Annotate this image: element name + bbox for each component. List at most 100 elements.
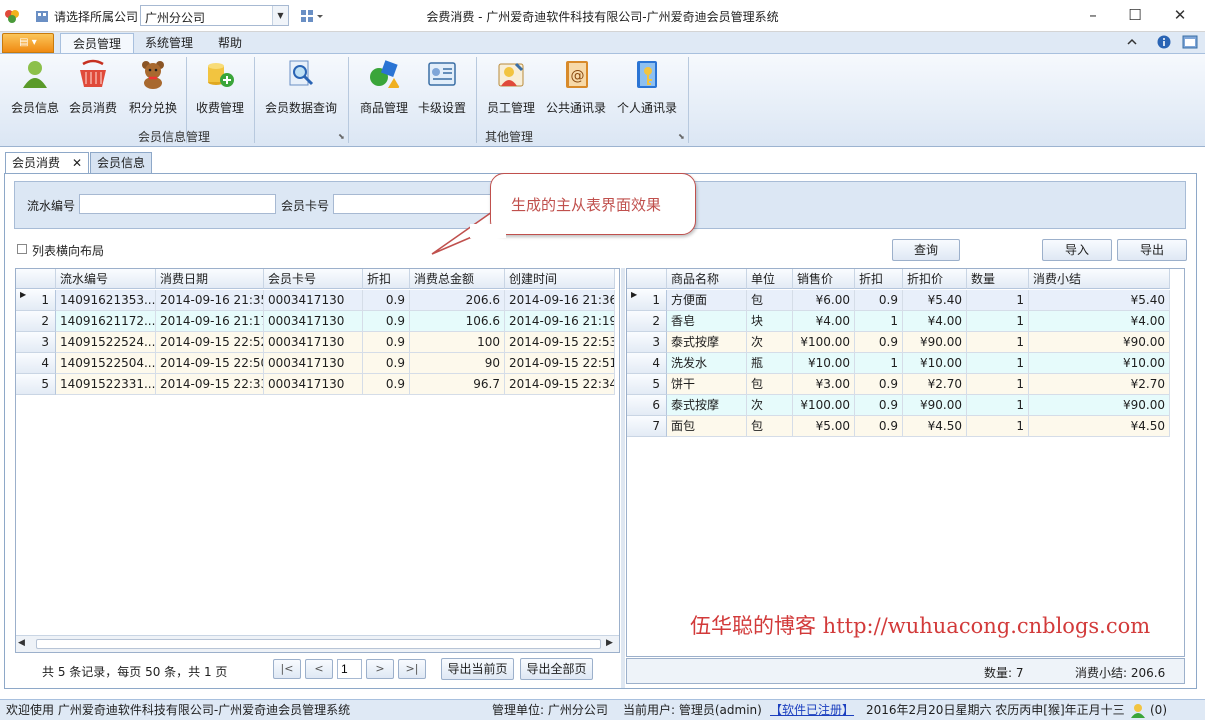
public-contacts-button[interactable]: @ 公共通讯录 (542, 58, 610, 118)
row-indicator[interactable]: 3 (627, 332, 667, 353)
pager-info: 共 5 条记录，每页 50 条，共 1 页 (42, 665, 228, 679)
fee-management-button[interactable]: 收费管理 (192, 58, 248, 118)
dialog-launcher-icon[interactable]: ⬊ (338, 132, 345, 141)
group-label-other: 其他管理 (484, 130, 533, 144)
close-tab-icon[interactable]: ✕ (72, 153, 82, 173)
table-cell: ¥5.40 (1029, 290, 1170, 311)
export-all-pages-button[interactable]: 导出全部页 (520, 658, 593, 680)
table-row[interactable]: 4 14091522504... 2014-09-15 22:50 000341713… (16, 353, 615, 374)
tab-help[interactable]: 帮助 (206, 33, 254, 54)
export-current-page-button[interactable]: 导出当前页 (441, 658, 514, 680)
table-row[interactable]: 7 面包包 ¥5.00 0.9 ¥4.50 1 ¥4.50 (627, 416, 1170, 437)
serial-number-input[interactable] (79, 194, 276, 214)
table-row[interactable]: 1 ▶ 14091621353... 2014-09-16 21:35 00034171… (16, 290, 615, 311)
row-indicator[interactable]: 5 (16, 374, 56, 395)
card-level-settings-button[interactable]: 卡级设置 (414, 58, 470, 118)
doc-tab-member-info[interactable]: 会员信息 (90, 152, 152, 174)
help-window-icon[interactable] (1182, 35, 1198, 49)
collapse-ribbon-icon[interactable] (1126, 37, 1138, 47)
table-row[interactable]: 3 14091522524... 2014-09-15 22:52 000341713… (16, 332, 615, 353)
splitter[interactable] (621, 268, 625, 688)
table-cell: 1 (967, 290, 1029, 311)
prev-page-button[interactable]: < (305, 659, 333, 679)
dialog-launcher-icon[interactable]: ⬊ (678, 132, 685, 141)
master-grid[interactable]: 流水编号 消费日期 会员卡号 折扣 消费总金额 创建时间 1 ▶ 14091621353... 2… (15, 268, 620, 653)
next-page-button[interactable]: > (366, 659, 394, 679)
column-header[interactable]: 消费日期 (156, 269, 264, 289)
table-row[interactable]: 2 香皂块 ¥4.00 1 ¥4.00 1 ¥4.00 (627, 311, 1170, 332)
scrollbar-thumb[interactable] (36, 639, 601, 649)
unit-text: 管理单位: 广州分公司 (492, 703, 608, 717)
table-cell: 1 (967, 374, 1029, 395)
tab-member-management[interactable]: 会员管理 (60, 33, 135, 54)
info-icon[interactable] (1157, 35, 1171, 49)
table-cell: 0.9 (855, 290, 903, 311)
column-header[interactable]: 折扣 (855, 269, 903, 289)
row-indicator[interactable]: 5 (627, 374, 667, 395)
maximize-button[interactable]: ☐ (1113, 2, 1157, 30)
member-data-query-button[interactable]: 会员数据查询 (260, 58, 342, 118)
table-row[interactable]: 4 洗发水瓶 ¥10.00 1 ¥10.00 1 ¥10.00 (627, 353, 1170, 374)
table-cell: 14091522524... (56, 332, 156, 353)
horizontal-layout-checkbox[interactable] (17, 244, 27, 254)
row-indicator[interactable]: 7 (627, 416, 667, 437)
last-page-button[interactable]: >| (398, 659, 426, 679)
current-row-arrow-icon: ▶ (20, 290, 27, 299)
query-button[interactable]: 查询 (892, 239, 960, 261)
column-header[interactable]: 创建时间 (505, 269, 615, 289)
app-menu-button[interactable]: ▤ ▾ (2, 33, 54, 53)
employee-management-button[interactable]: 员工管理 (482, 58, 540, 118)
doc-tab-member-consume[interactable]: 会员消费 ✕ (5, 152, 89, 174)
table-row[interactable]: 6 泰式按摩次 ¥100.00 0.9 ¥90.00 1 ¥90.00 (627, 395, 1170, 416)
column-header[interactable]: 销售价 (793, 269, 855, 289)
column-header[interactable]: 折扣 (363, 269, 410, 289)
table-cell: 106.6 (410, 311, 505, 332)
grid-corner-header (16, 269, 56, 289)
table-cell: 0.9 (363, 374, 410, 395)
table-row[interactable]: 5 14091522331... 2014-09-15 22:33 000341713… (16, 374, 615, 395)
detail-grid[interactable]: 商品名称 单位 销售价 折扣 折扣价 数量 消费小结 1 ▶ 方便面包 ¥6.00 0.9 ¥5.40 1… (626, 268, 1185, 657)
table-cell: ¥4.50 (1029, 416, 1170, 437)
first-page-button[interactable]: |< (273, 659, 301, 679)
column-header[interactable]: 消费小结 (1029, 269, 1170, 289)
minimize-button[interactable]: – (1071, 2, 1115, 30)
column-header[interactable]: 会员卡号 (264, 269, 363, 289)
member-consume-button[interactable]: 会员消费 (66, 58, 120, 118)
product-management-button[interactable]: 商品管理 (356, 58, 412, 118)
table-row[interactable]: 1 ▶ 方便面包 ¥6.00 0.9 ¥5.40 1 ¥5.40 (627, 290, 1170, 311)
scroll-right-icon[interactable]: ▶ (606, 638, 613, 648)
table-cell: 2014-09-16 21:36 (505, 290, 615, 311)
shapes-icon (370, 60, 400, 88)
close-button[interactable]: ✕ (1158, 2, 1202, 30)
row-indicator[interactable]: 6 (627, 395, 667, 416)
table-cell: ¥90.00 (903, 332, 967, 353)
table-row[interactable]: 2 14091621172... 2014-09-16 21:17 000341713… (16, 311, 615, 332)
tab-system-management[interactable]: 系统管理 (133, 33, 205, 54)
table-row[interactable]: 5 饼干包 ¥3.00 0.9 ¥2.70 1 ¥2.70 (627, 374, 1170, 395)
column-header[interactable]: 商品名称 (667, 269, 747, 289)
export-button[interactable]: 导出 (1117, 239, 1187, 261)
column-header[interactable]: 流水编号 (56, 269, 156, 289)
column-header[interactable]: 消费总金额 (410, 269, 505, 289)
column-header[interactable]: 单位 (747, 269, 793, 289)
table-row[interactable]: 3 泰式按摩次 ¥100.00 0.9 ¥90.00 1 ¥90.00 (627, 332, 1170, 353)
registered-link[interactable]: 【软件已注册】 (770, 700, 854, 720)
table-cell: 2014-09-15 22:34 (505, 374, 615, 395)
user-status-icon[interactable] (1130, 703, 1146, 718)
page-number-input[interactable] (337, 659, 362, 679)
points-exchange-button[interactable]: 积分兑换 (124, 58, 182, 118)
table-cell: ¥4.50 (903, 416, 967, 437)
row-indicator[interactable]: 2 (627, 311, 667, 332)
scroll-left-icon[interactable]: ◀ (18, 638, 25, 648)
member-info-button[interactable]: 会员信息 (8, 58, 62, 118)
column-header[interactable]: 数量 (967, 269, 1029, 289)
row-indicator[interactable]: 2 (16, 311, 56, 332)
row-indicator[interactable]: 4 (16, 353, 56, 374)
import-button[interactable]: 导入 (1042, 239, 1112, 261)
horizontal-scrollbar[interactable]: ◀ ▶ (16, 635, 619, 652)
row-indicator[interactable]: 4 (627, 353, 667, 374)
table-cell: ¥4.00 (1029, 311, 1170, 332)
column-header[interactable]: 折扣价 (903, 269, 967, 289)
row-indicator[interactable]: 3 (16, 332, 56, 353)
personal-contacts-button[interactable]: 个人通讯录 (612, 58, 682, 118)
